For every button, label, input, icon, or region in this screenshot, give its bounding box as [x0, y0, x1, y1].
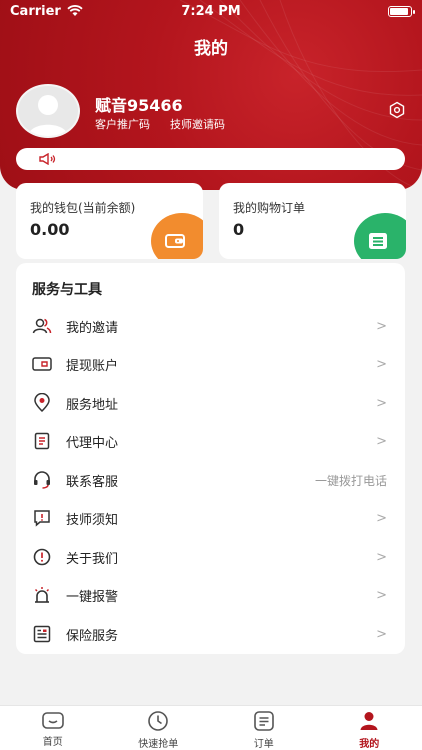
wallet-label: 我的钱包(当前余额) — [30, 201, 136, 215]
orders-count: 0 — [233, 220, 245, 239]
menu-item-agent-center[interactable]: 代理中心 > — [16, 422, 405, 460]
profile-links: 客户推广码 技师邀请码 — [95, 116, 225, 132]
menu-label: 保险服务 — [66, 628, 119, 644]
chevron-right-icon: > — [376, 587, 387, 603]
carrier-label: Carrier — [10, 3, 61, 19]
orders-icon — [253, 711, 274, 731]
menu-item-emergency-alarm[interactable]: 一键报警 > — [16, 576, 405, 614]
chevron-right-icon: > — [376, 318, 387, 334]
menu-item-insurance-service[interactable]: 保险服务 > — [16, 615, 405, 653]
menu-label: 联系客服 — [66, 474, 119, 490]
notice-icon — [32, 508, 52, 528]
menu-label: 我的邀请 — [66, 320, 119, 336]
technician-invite-code-link[interactable]: 技师邀请码 — [170, 116, 225, 132]
settings-icon[interactable] — [388, 101, 406, 119]
document-icon — [32, 431, 52, 451]
chevron-right-icon: > — [376, 510, 387, 526]
wallet-balance: 0.00 — [30, 220, 70, 239]
menu-label: 关于我们 — [66, 551, 119, 567]
tab-label: 我的 — [359, 739, 380, 750]
services-title: 服务与工具 — [32, 282, 102, 298]
menu-item-about-us[interactable]: 关于我们 > — [16, 538, 405, 576]
menu-label: 代理中心 — [66, 435, 119, 451]
menu-label: 技师须知 — [66, 512, 119, 528]
tab-label: 首页 — [42, 737, 63, 748]
location-icon — [32, 393, 52, 413]
clock-icon — [148, 711, 169, 731]
bottom-tab-bar: 首页 快速抢单 订单 我的 — [0, 705, 422, 750]
tab-label: 订单 — [253, 739, 274, 750]
wallet-icon-badge — [151, 213, 203, 259]
status-bar: Carrier 7:24 PM — [0, 0, 422, 22]
call-hint[interactable]: 一键拨打电话 — [315, 472, 387, 489]
card-icon — [32, 354, 52, 374]
headset-icon — [32, 470, 52, 490]
chevron-right-icon: > — [376, 356, 387, 372]
menu-item-my-invitations[interactable]: 我的邀请 > — [16, 307, 405, 345]
users-icon — [32, 316, 52, 336]
notice-bar[interactable] — [16, 148, 405, 170]
profile-icon — [360, 712, 378, 730]
menu-item-technician-notice[interactable]: 技师须知 > — [16, 499, 405, 537]
wallet-card[interactable]: 我的钱包(当前余额) 0.00 — [16, 183, 203, 259]
wallet-icon — [165, 234, 185, 248]
chevron-right-icon: > — [376, 549, 387, 565]
chevron-right-icon: > — [376, 433, 387, 449]
menu-label: 提现账户 — [66, 358, 119, 374]
chevron-right-icon: > — [376, 395, 387, 411]
tab-label: 快速抢单 — [138, 739, 179, 750]
orders-label: 我的购物订单 — [233, 201, 306, 215]
customer-promo-code-link[interactable]: 客户推广码 — [95, 116, 150, 132]
page-title: 我的 — [194, 39, 228, 59]
username: 赋音95466 — [95, 96, 183, 115]
orders-icon-badge — [354, 213, 406, 259]
chevron-right-icon: > — [376, 626, 387, 642]
menu-item-withdrawal-account[interactable]: 提现账户 > — [16, 345, 405, 383]
menu-item-contact-support[interactable]: 联系客服 一键拨打电话 — [16, 461, 405, 499]
services-panel: 服务与工具 我的邀请 > 提现账户 > 服务地址 > 代理中心 > 联系客服 一… — [16, 263, 405, 654]
avatar[interactable] — [16, 84, 80, 138]
info-icon — [32, 547, 52, 567]
battery-icon — [388, 5, 415, 17]
order-list-icon — [369, 233, 387, 249]
alarm-icon — [32, 585, 52, 605]
menu-label: 服务地址 — [66, 397, 119, 413]
megaphone-icon — [39, 153, 56, 165]
home-icon — [41, 712, 64, 729]
tab-mine[interactable]: 我的 — [317, 706, 422, 750]
menu-item-service-address[interactable]: 服务地址 > — [16, 384, 405, 422]
tab-orders[interactable]: 订单 — [211, 706, 317, 750]
shopping-orders-card[interactable]: 我的购物订单 0 — [219, 183, 406, 259]
tab-home[interactable]: 首页 — [0, 706, 106, 750]
wifi-icon — [67, 5, 83, 16]
tab-quick-grab[interactable]: 快速抢单 — [106, 706, 212, 750]
menu-label: 一键报警 — [66, 589, 119, 605]
avatar-placeholder-icon — [28, 95, 68, 136]
insurance-icon — [32, 624, 52, 644]
